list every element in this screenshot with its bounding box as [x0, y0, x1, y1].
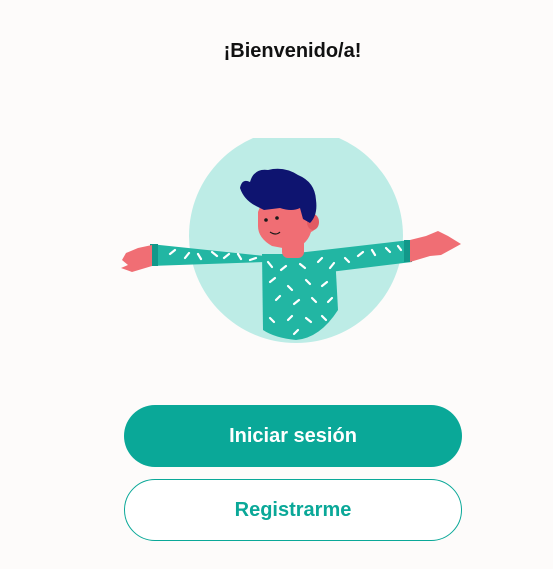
welcome-title: ¡Bienvenido/a! [223, 40, 362, 62]
illustration-eye-left [264, 218, 268, 222]
register-button[interactable]: Registrarme [124, 479, 462, 541]
illustration-hand-right [410, 231, 461, 262]
illustration-eye-right [275, 216, 279, 220]
welcome-person-illustration [121, 138, 461, 343]
illustration-hand-left [121, 245, 152, 272]
login-button[interactable]: Iniciar sesión [124, 405, 462, 467]
